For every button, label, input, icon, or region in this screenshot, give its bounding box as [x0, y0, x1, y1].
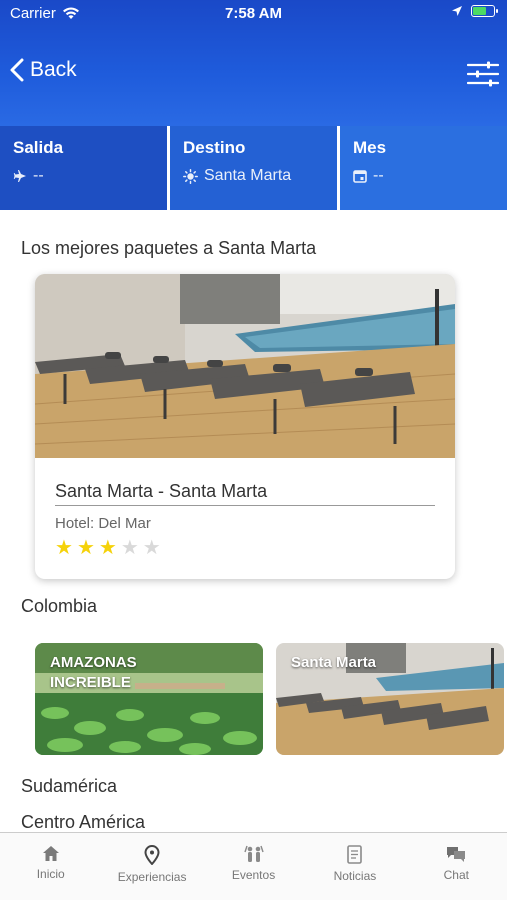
tab-inicio-label: Inicio — [36, 867, 65, 881]
month-label: Mes — [353, 138, 387, 157]
departure-value: -- — [33, 167, 44, 184]
destination-tile[interactable]: Destino Santa Marta — [170, 126, 337, 210]
tab-noticias[interactable]: Noticias — [304, 833, 405, 900]
location-arrow-icon — [452, 6, 462, 16]
sun-icon — [183, 168, 198, 184]
star-empty-icon: ★ — [120, 537, 139, 559]
nav-bar: Back — [0, 50, 507, 102]
destination-value: Santa Marta — [204, 167, 292, 184]
destination-label: Destino — [183, 138, 246, 157]
clock: 7:58 AM — [225, 5, 282, 22]
package-hotel: Hotel: Del Mar — [55, 515, 151, 532]
tab-bar: Inicio Experiencias Eventos Noticias Cha… — [0, 832, 507, 900]
south-america-heading: Sudamérica — [21, 776, 118, 796]
santa-marta-label: Santa Marta — [291, 654, 377, 671]
people-icon — [243, 845, 264, 862]
month-tile[interactable]: Mes -- — [340, 126, 507, 210]
home-icon — [42, 846, 59, 861]
tab-chat-label: Chat — [443, 868, 469, 882]
central-america-heading: Centro América — [21, 812, 146, 832]
tab-eventos[interactable]: Eventos — [203, 833, 304, 900]
star-filled-icon: ★ — [76, 537, 95, 559]
airplane-icon — [13, 170, 26, 182]
pool-loungers-photo — [35, 274, 455, 458]
location-pin-icon — [144, 845, 160, 865]
departure-label: Salida — [13, 138, 64, 157]
status-bar: Carrier 7:58 AM — [0, 0, 507, 28]
filter-sliders-icon[interactable] — [467, 60, 499, 88]
tab-eventos-label: Eventos — [231, 868, 276, 882]
tab-chat[interactable]: Chat — [406, 833, 507, 900]
tab-noticias-label: Noticias — [333, 869, 377, 883]
colombia-card-amazonas[interactable]: AMAZONAS INCREIBLE — [35, 643, 263, 755]
tab-inicio[interactable]: Inicio — [0, 833, 101, 900]
tab-experiencias-label: Experiencias — [117, 870, 187, 884]
calendar-icon — [353, 170, 367, 183]
best-packages-heading: Los mejores paquetes a Santa Marta — [21, 238, 317, 258]
back-button[interactable]: Back — [10, 58, 77, 82]
departure-tile[interactable]: Salida -- — [0, 126, 167, 210]
star-filled-icon: ★ — [55, 537, 73, 559]
amazonas-label: AMAZONAS INCREIBLE — [50, 654, 137, 691]
battery-icon — [471, 5, 498, 17]
colombia-carousel[interactable]: AMAZONAS INCREIBLE Santa Marta — [35, 643, 507, 755]
package-title: Santa Marta - Santa Marta — [55, 481, 435, 506]
tab-experiencias[interactable]: Experiencias — [101, 833, 202, 900]
month-value: -- — [373, 167, 384, 184]
chat-icon — [447, 847, 466, 862]
news-icon — [347, 845, 362, 864]
colombia-card-santa-marta[interactable]: Santa Marta — [276, 643, 504, 755]
header: Carrier 7:58 AM Back — [0, 0, 507, 126]
search-criteria: Salida -- Destino Santa Marta Mes -- — [0, 126, 507, 210]
star-rating: ★ ★ ★ ★ ★ — [55, 538, 161, 558]
star-filled-icon: ★ — [98, 537, 117, 559]
colombia-heading: Colombia — [21, 596, 98, 616]
chevron-left-icon — [10, 58, 24, 82]
package-card[interactable]: Santa Marta - Santa Marta Hotel: Del Mar… — [35, 274, 455, 579]
back-label: Back — [30, 58, 77, 81]
star-empty-icon: ★ — [142, 537, 161, 559]
